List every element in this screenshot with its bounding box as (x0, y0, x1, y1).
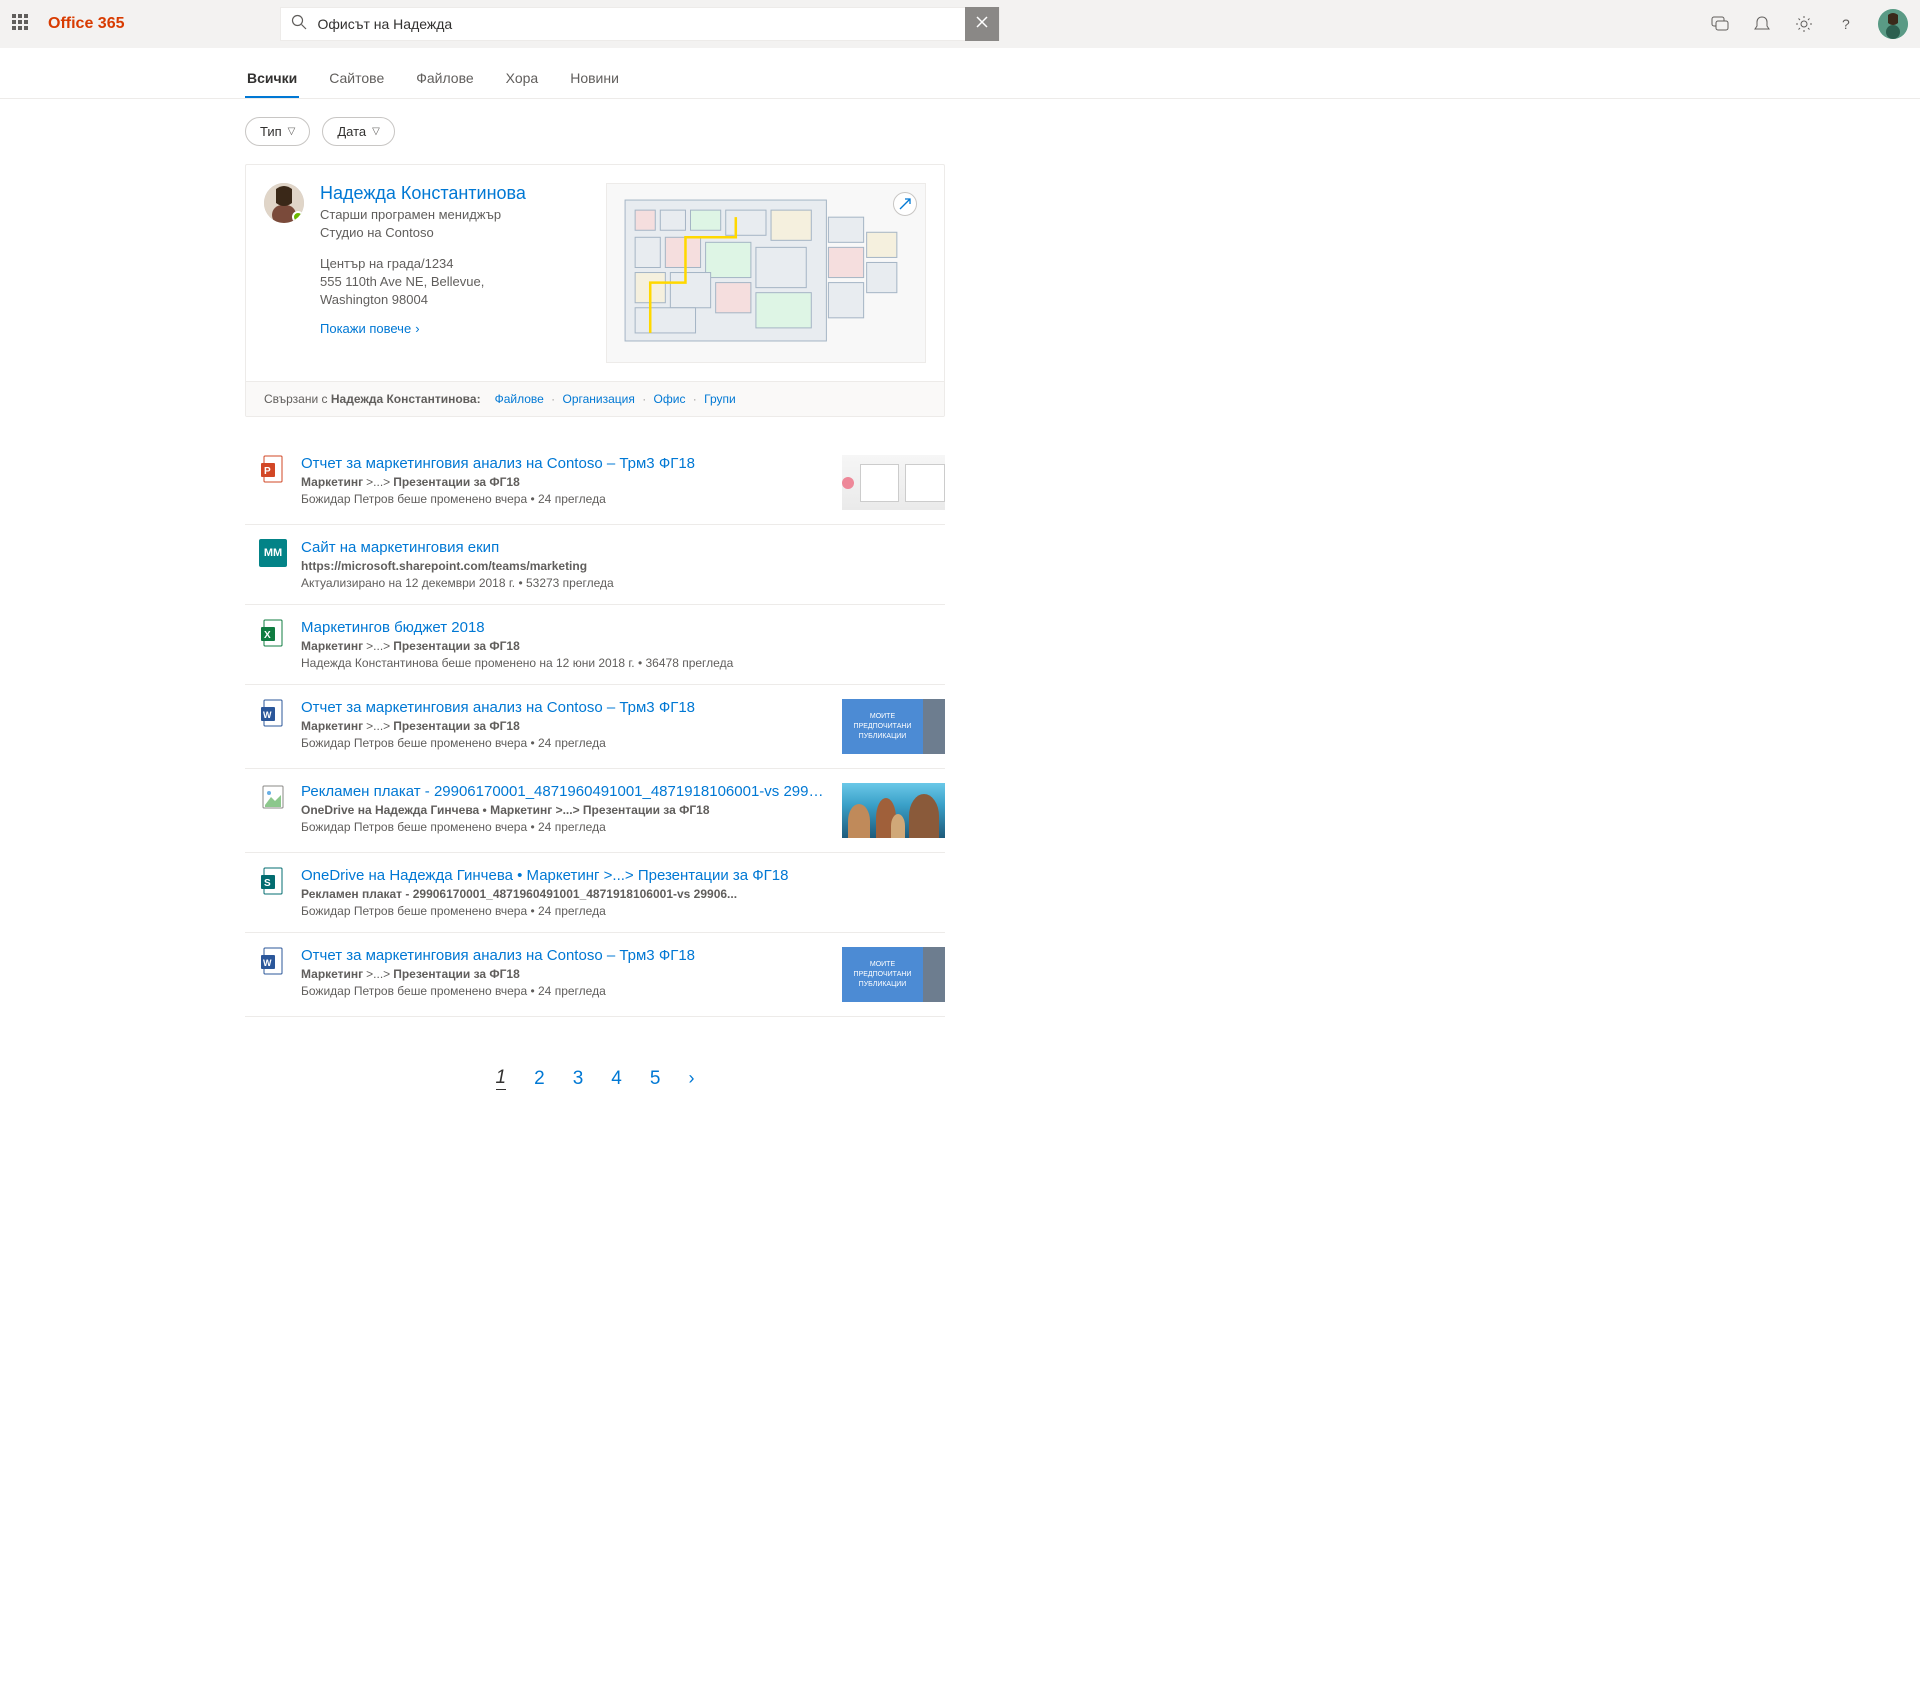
search-result: P Отчет за маркетинговия анализ на Conto… (245, 441, 945, 525)
close-icon (975, 15, 989, 34)
presence-available-icon (292, 211, 304, 223)
search-result: S OneDrive на Надежда Гинчева • Маркетин… (245, 853, 945, 933)
search-result: MM Сайт на маркетинговия екип https://mi… (245, 525, 945, 605)
result-title[interactable]: Отчет за маркетинговия анализ на Contoso… (301, 699, 828, 716)
person-card: Надежда Константинова Старши програмен м… (245, 164, 945, 417)
page-3[interactable]: 3 (573, 1068, 584, 1090)
result-meta: Божидар Петров беше променено вчера • 24… (301, 904, 945, 918)
result-meta: Актуализирано на 12 декември 2018 г. • 5… (301, 576, 945, 590)
search-result: W Отчет за маркетинговия анализ на Conto… (245, 933, 945, 1017)
search-result: Рекламен плакат - 29906170001_4871960491… (245, 769, 945, 853)
result-sub: Рекламен плакат - 29906170001_4871960491… (301, 887, 945, 901)
floorplan-svg (615, 192, 917, 353)
excel-icon: X (259, 619, 287, 647)
filter-type[interactable]: Тип ▽ (245, 117, 310, 146)
page-1[interactable]: 1 (496, 1067, 507, 1090)
result-breadcrumb[interactable]: Маркетинг>...>Презентации за ФГ18 (301, 719, 828, 733)
result-title[interactable]: Сайт на маркетинговия екип (301, 539, 945, 556)
page-5[interactable]: 5 (650, 1068, 661, 1090)
result-thumbnail[interactable] (842, 455, 945, 510)
related-links-bar: Свързани с Надежда Константинова: Файлов… (246, 381, 944, 416)
result-meta: Надежда Константинова беше променено на … (301, 656, 945, 670)
page-4[interactable]: 4 (611, 1068, 622, 1090)
related-person: Надежда Константинова: (331, 392, 481, 406)
help-icon[interactable]: ? (1836, 14, 1856, 34)
sharepoint-icon: S (259, 867, 287, 895)
tab-people[interactable]: Хора (504, 60, 541, 98)
svg-text:S: S (264, 878, 271, 889)
person-avatar[interactable] (264, 183, 304, 223)
result-thumbnail[interactable]: МОИТЕПРЕДПОЧИТАНИПУБЛИКАЦИИ (842, 947, 945, 1002)
brand-logo[interactable]: Office 365 (48, 15, 124, 33)
person-address-1: Център на града/1234 (320, 256, 526, 271)
svg-text:W: W (263, 958, 272, 968)
result-title[interactable]: OneDrive на Надежда Гинчева • Маркетинг … (301, 867, 945, 884)
word-icon: W (259, 947, 287, 975)
result-title[interactable]: Отчет за маркетинговия анализ на Contoso… (301, 947, 828, 964)
result-title[interactable]: Отчет за маркетинговия анализ на Contoso… (301, 455, 828, 472)
result-thumbnail[interactable] (842, 783, 945, 838)
notification-icon[interactable] (1752, 14, 1772, 34)
result-title[interactable]: Рекламен плакат - 29906170001_4871960491… (301, 783, 828, 800)
word-icon: W (259, 699, 287, 727)
result-meta: Божидар Петров беше променено вчера • 24… (301, 984, 828, 998)
pagination: 1 2 3 4 5 › (245, 1017, 945, 1140)
chevron-right-icon: › (415, 321, 419, 336)
filter-date[interactable]: Дата ▽ (322, 117, 395, 146)
tab-sites[interactable]: Сайтове (327, 60, 386, 98)
related-prefix: Свързани с (264, 392, 331, 406)
result-breadcrumb[interactable]: Маркетинг>...>Презентации за ФГ18 (301, 475, 828, 489)
tab-all[interactable]: Всички (245, 60, 299, 98)
search-input[interactable] (317, 16, 965, 32)
result-meta: Божидар Петров беше променено вчера • 24… (301, 820, 828, 834)
site-icon: MM (259, 539, 287, 567)
svg-text:X: X (264, 630, 271, 641)
svg-text:?: ? (1842, 16, 1850, 32)
filter-date-label: Дата (337, 124, 366, 139)
image-icon (259, 783, 287, 811)
result-meta: Божидар Петров беше променено вчера • 24… (301, 736, 828, 750)
person-name[interactable]: Надежда Константинова (320, 183, 526, 204)
search-icon (291, 14, 307, 35)
user-avatar[interactable] (1878, 9, 1908, 39)
powerpoint-icon: P (259, 455, 287, 483)
result-url[interactable]: https://microsoft.sharepoint.com/teams/m… (301, 559, 945, 573)
search-tabs: Всички Сайтове Файлове Хора Новини (0, 48, 1920, 99)
related-org-link[interactable]: Организация (562, 392, 634, 406)
search-result: W Отчет за маркетинговия анализ на Conto… (245, 685, 945, 769)
waffle-app-launcher[interactable] (12, 14, 32, 34)
tab-news[interactable]: Новини (568, 60, 621, 98)
result-thumbnail[interactable]: МОИТЕПРЕДПОЧИТАНИПУБЛИКАЦИИ (842, 699, 945, 754)
person-address-2: 555 110th Ave NE, Bellevue, (320, 274, 526, 289)
result-title[interactable]: Маркетингов бюджет 2018 (301, 619, 945, 636)
related-office-link[interactable]: Офис (654, 392, 686, 406)
chevron-down-icon: ▽ (372, 126, 380, 137)
next-page-icon[interactable]: › (688, 1068, 694, 1089)
person-job-title: Старши програмен мениджър (320, 207, 526, 222)
related-files-link[interactable]: Файлове (495, 392, 544, 406)
result-meta: Божидар Петров беше променено вчера • 24… (301, 492, 828, 506)
search-box[interactable] (280, 7, 1000, 41)
person-address-3: Washington 98004 (320, 292, 526, 307)
chevron-down-icon: ▽ (288, 126, 296, 137)
floorplan-thumbnail[interactable] (606, 183, 926, 363)
svg-text:P: P (264, 466, 271, 477)
result-breadcrumb[interactable]: Маркетинг>...>Презентации за ФГ18 (301, 967, 828, 981)
person-department: Студио на Contoso (320, 225, 526, 240)
tab-files[interactable]: Файлове (414, 60, 475, 98)
search-result: X Маркетингов бюджет 2018 Маркетинг>...>… (245, 605, 945, 685)
settings-icon[interactable] (1794, 14, 1814, 34)
page-2[interactable]: 2 (534, 1068, 545, 1090)
clear-search-button[interactable] (965, 7, 999, 41)
chat-icon[interactable] (1710, 14, 1730, 34)
related-groups-link[interactable]: Групи (704, 392, 736, 406)
filter-type-label: Тип (260, 124, 282, 139)
svg-text:W: W (263, 710, 272, 720)
result-breadcrumb[interactable]: OneDrive на Надежда Гинчева • Маркетинг … (301, 803, 828, 817)
result-breadcrumb[interactable]: Маркетинг>...>Презентации за ФГ18 (301, 639, 945, 653)
show-more-link[interactable]: Покажи повече › (320, 321, 420, 336)
